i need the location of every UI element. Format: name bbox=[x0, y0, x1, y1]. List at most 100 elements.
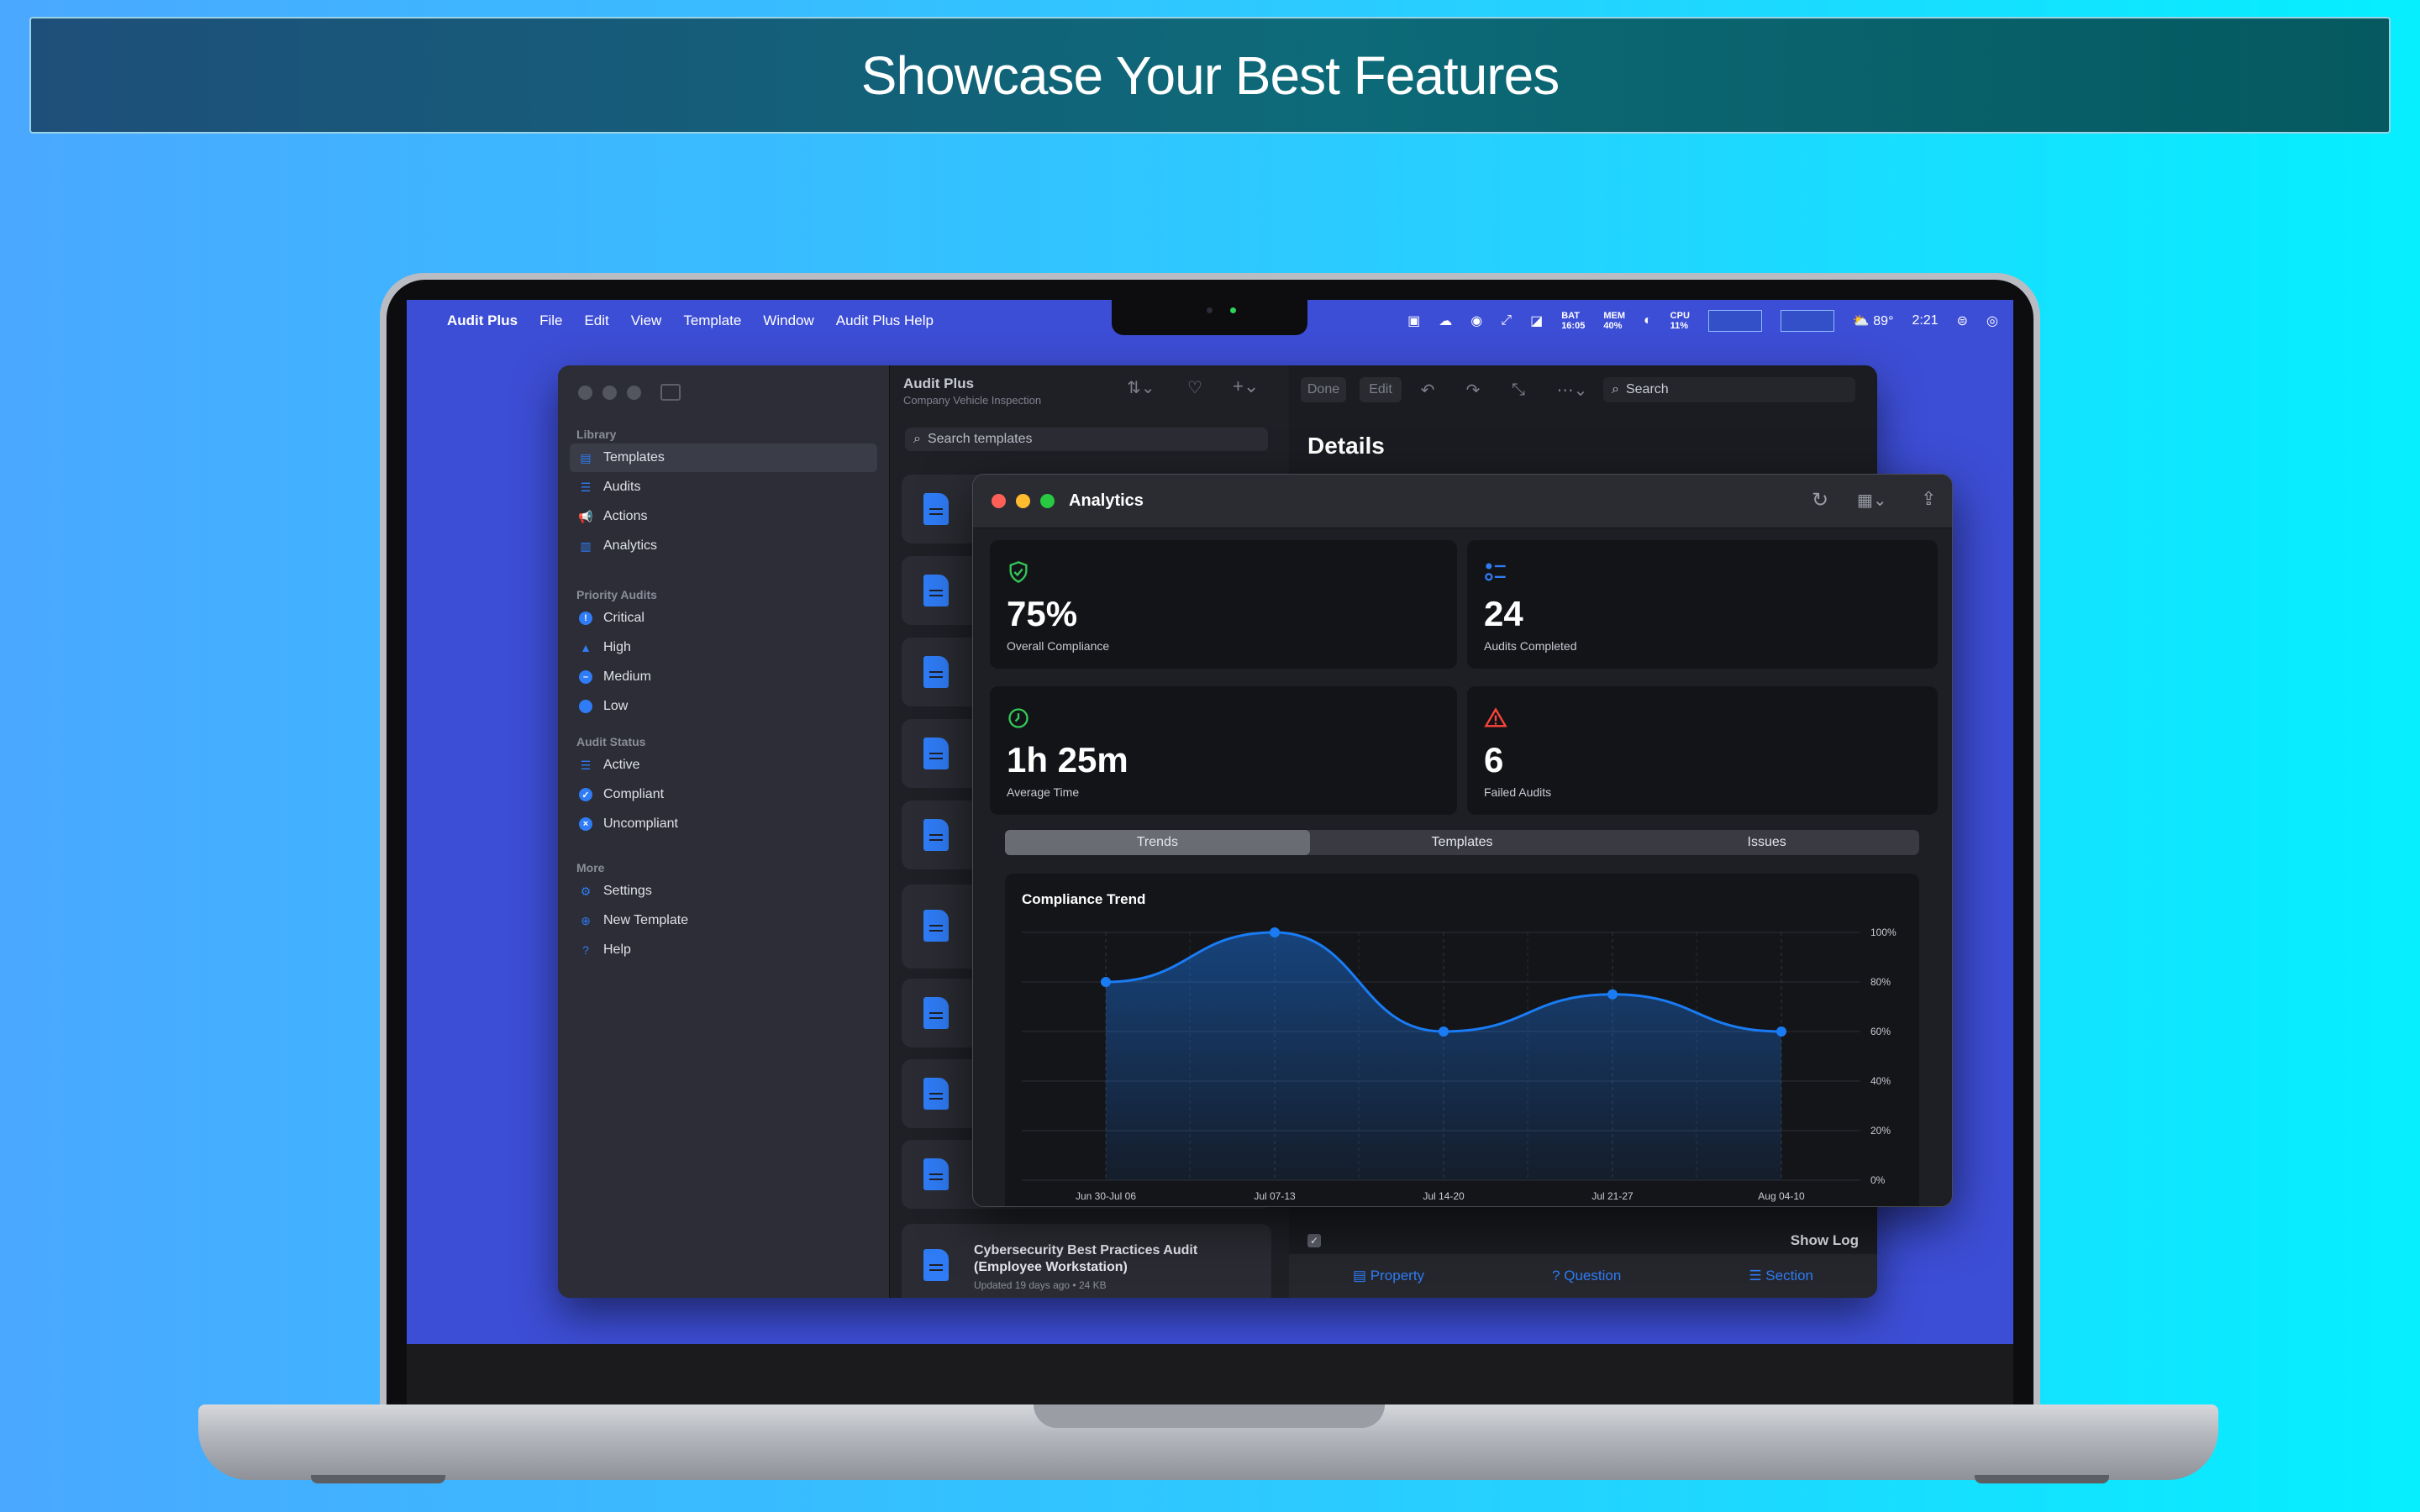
redo-icon[interactable]: ↷ bbox=[1460, 377, 1486, 402]
section-button[interactable]: ☰ Section bbox=[1749, 1268, 1813, 1284]
compliance-trend-chart: Compliance Trend 0% 20% 40% 60% 80% 100% Jun 3… bbox=[1022, 891, 1897, 1202]
minimize-button[interactable] bbox=[602, 386, 617, 400]
sidebar-item-uncompliant[interactable]: × Uncompliant bbox=[570, 810, 877, 838]
analytics-titlebar: Analytics ↻ ▦⌄ ⇪ bbox=[973, 475, 1952, 528]
sidebar-item-templates[interactable]: ▤ Templates bbox=[570, 444, 877, 472]
detail-search-input[interactable]: ⌕ Search bbox=[1603, 377, 1855, 402]
section-priority: Priority Audits bbox=[576, 588, 657, 601]
menu-app-name[interactable]: Audit Plus bbox=[447, 312, 518, 329]
sidebar-item-analytics[interactable]: ▥ Analytics bbox=[570, 532, 877, 560]
desktop-screen: Audit Plus File Edit View Template Windo… bbox=[407, 300, 2013, 1344]
analytics-title: Analytics bbox=[1069, 491, 1144, 510]
memory-stat[interactable]: MEM 40% bbox=[1603, 311, 1625, 331]
zoom-button[interactable] bbox=[1040, 494, 1055, 508]
question-button[interactable]: ? Question bbox=[1552, 1268, 1621, 1284]
sidebar-item-active[interactable]: ☰ Active bbox=[570, 751, 877, 780]
stats-icon[interactable]: ◪ bbox=[1530, 312, 1543, 329]
sidebar-item-settings[interactable]: ⚙ Settings bbox=[570, 877, 877, 906]
series-area bbox=[1106, 932, 1781, 1180]
cloud-icon[interactable]: ☁ bbox=[1439, 312, 1452, 329]
sidebar-item-audits[interactable]: ☰ Audits bbox=[570, 473, 877, 501]
laptop-chin bbox=[407, 1344, 2013, 1411]
data-point bbox=[1270, 927, 1280, 937]
undo-icon[interactable]: ↶ bbox=[1415, 377, 1440, 402]
search-templates-input[interactable]: ⌕ Search templates bbox=[905, 428, 1268, 451]
checklist-icon: ☰ bbox=[580, 480, 592, 494]
share-icon[interactable]: ⇪ bbox=[1921, 488, 1936, 510]
menu-window[interactable]: Window bbox=[763, 312, 813, 329]
clock-time[interactable]: 2:21 bbox=[1912, 313, 1938, 328]
property-button[interactable]: ▤ Property bbox=[1353, 1268, 1424, 1284]
compliance-chart-card: Compliance Trend 0% 20% 40% 60% 80% 100% Jun 3… bbox=[1005, 874, 1919, 1206]
minimize-button[interactable] bbox=[1016, 494, 1030, 508]
sidebar-item-label: High bbox=[603, 640, 631, 654]
sidebar-item-compliant[interactable]: ✓ Compliant bbox=[570, 780, 877, 809]
sidebar-item-medium[interactable]: – Medium bbox=[570, 663, 877, 691]
laptop-opening-notch bbox=[1034, 1404, 1385, 1428]
weather-temp: 89° bbox=[1873, 314, 1894, 328]
sort-icon[interactable]: ⇅⌄ bbox=[1127, 377, 1155, 398]
heart-icon[interactable]: ♡ bbox=[1187, 377, 1202, 398]
stat-label: Overall Compliance bbox=[1007, 639, 1110, 653]
control-center-icon[interactable]: ⊜ bbox=[1957, 312, 1968, 329]
refresh-icon[interactable]: ↻ bbox=[1812, 488, 1828, 512]
list-item[interactable]: Cybersecurity Best Practices Audit (Empl… bbox=[902, 1224, 1271, 1298]
memory-pie-icon: ◐ bbox=[1644, 313, 1652, 328]
y-tick-label: 40% bbox=[1870, 1075, 1891, 1087]
shield-check-icon bbox=[1009, 561, 1028, 583]
sidebar-item-label: Compliant bbox=[603, 787, 665, 801]
sidebar-item-help[interactable]: ? Help bbox=[570, 936, 877, 964]
sidebar-item-low[interactable]: Low bbox=[570, 692, 877, 721]
battery-stat[interactable]: BAT 16:05 bbox=[1561, 311, 1585, 331]
sidebar-item-new-template[interactable]: ⊕ New Template bbox=[570, 906, 877, 935]
data-point bbox=[1607, 989, 1618, 1000]
done-button[interactable]: Done bbox=[1301, 377, 1346, 402]
more-menu-icon[interactable]: ⋯⌄ bbox=[1551, 377, 1593, 402]
menu-file[interactable]: File bbox=[539, 312, 562, 329]
check-circle-icon: ✓ bbox=[579, 788, 592, 801]
menu-help[interactable]: Audit Plus Help bbox=[836, 312, 934, 329]
show-log-checkbox[interactable]: ✓ bbox=[1307, 1234, 1321, 1247]
banner-title: Showcase Your Best Features bbox=[860, 45, 1560, 106]
siri-icon[interactable]: ◎ bbox=[1986, 312, 1998, 329]
stat-value: 1h 25m bbox=[1007, 740, 1128, 780]
search-icon: ⌕ bbox=[1612, 382, 1619, 396]
edit-button[interactable]: Edit bbox=[1360, 377, 1402, 402]
mem-label: MEM bbox=[1603, 311, 1625, 321]
data-point bbox=[1101, 977, 1111, 987]
zoom-button[interactable] bbox=[627, 386, 641, 400]
network-graph bbox=[1780, 310, 1834, 332]
weather[interactable]: ⛅ 89° bbox=[1853, 312, 1894, 329]
cpu-stat[interactable]: CPU 11% bbox=[1670, 311, 1690, 331]
sidebar-item-label: Medium bbox=[603, 669, 651, 684]
tab-templates[interactable]: Templates bbox=[1310, 830, 1615, 855]
resize-icon[interactable]: ⤡ bbox=[1506, 377, 1531, 402]
sidebar-item-critical[interactable]: ! Critical bbox=[570, 604, 877, 633]
sidebar-item-label: Analytics bbox=[603, 538, 658, 553]
menu-edit[interactable]: Edit bbox=[584, 312, 608, 329]
calendar-menu-icon[interactable]: ▦⌄ bbox=[1857, 490, 1887, 511]
clock-icon bbox=[1008, 708, 1028, 728]
menu-template[interactable]: Template bbox=[683, 312, 741, 329]
add-menu-icon[interactable]: +⌄ bbox=[1233, 375, 1259, 397]
x-tick-label: Jul 07-13 bbox=[1254, 1190, 1296, 1202]
close-button[interactable] bbox=[992, 494, 1006, 508]
expand-icon[interactable]: ⤢ bbox=[1501, 313, 1512, 328]
tab-issues[interactable]: Issues bbox=[1614, 830, 1919, 855]
window-controls bbox=[578, 386, 641, 400]
doc-icon bbox=[923, 493, 949, 525]
stage-icon[interactable]: ▣ bbox=[1407, 312, 1420, 329]
tab-trends[interactable]: Trends bbox=[1005, 830, 1310, 855]
q-icon[interactable]: ◉ bbox=[1470, 312, 1482, 329]
stat-label: Audits Completed bbox=[1484, 639, 1577, 653]
sidebar-item-actions[interactable]: 📢 Actions bbox=[570, 502, 877, 531]
sidebar-item-label: Audits bbox=[603, 480, 641, 494]
cpu-label: CPU bbox=[1670, 311, 1690, 321]
menu-view[interactable]: View bbox=[631, 312, 662, 329]
sidebar-item-label: Low bbox=[603, 699, 629, 713]
close-button[interactable] bbox=[578, 386, 592, 400]
sidebar-toggle-icon[interactable] bbox=[660, 384, 681, 401]
sidebar-item-high[interactable]: ▲ High bbox=[570, 633, 877, 662]
y-tick-label: 0% bbox=[1870, 1174, 1886, 1186]
sidebar-item-label: Help bbox=[603, 942, 631, 957]
